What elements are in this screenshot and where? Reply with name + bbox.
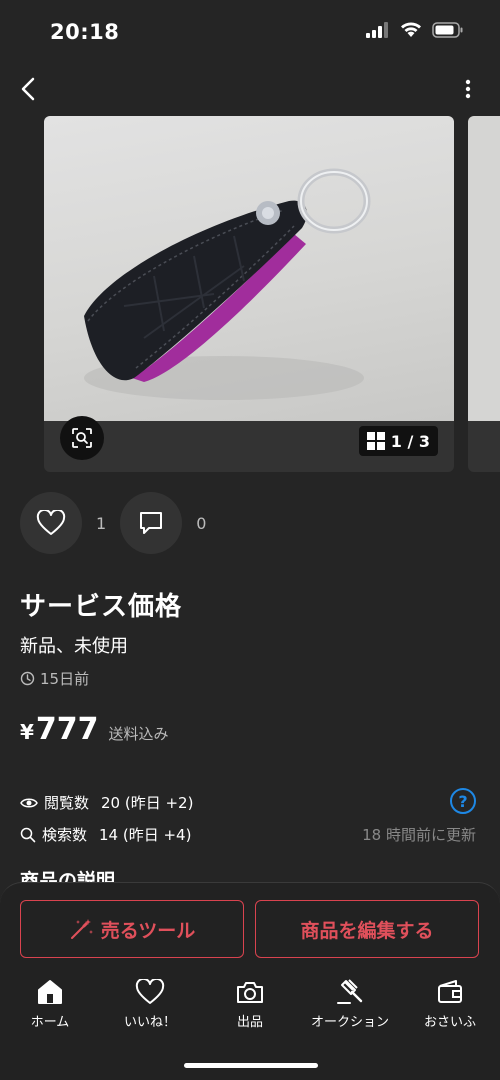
chevron-left-icon [21, 77, 35, 101]
image-search-button[interactable] [60, 416, 104, 460]
tab-bar: ホーム いいね！ 出品 オークション おさいふ [0, 979, 500, 1039]
edit-item-button[interactable]: 商品を編集する [255, 900, 479, 958]
like-button[interactable] [20, 492, 82, 554]
searches-value: 14 (昨日 +4) [99, 826, 192, 844]
more-options-button[interactable] [460, 76, 476, 102]
edit-item-label: 商品を編集する [300, 919, 434, 942]
help-icon[interactable]: ? [450, 788, 476, 814]
tab-home-label: ホーム [30, 1015, 70, 1030]
magic-wand-icon [70, 919, 93, 939]
tab-sell-label: 出品 [236, 1015, 263, 1030]
tab-auction[interactable]: オークション [302, 979, 398, 1039]
shipping-note: 送料込み [108, 725, 169, 743]
back-button[interactable] [14, 72, 42, 106]
posted-time-text: 15日前 [40, 670, 90, 688]
next-photo-preview[interactable] [468, 116, 500, 472]
grid-icon [366, 432, 385, 450]
status-bar: 20:18 [0, 0, 500, 66]
product-condition: 新品、未使用 [20, 636, 128, 657]
tab-auction-label: オークション [310, 1015, 389, 1030]
sell-tool-label: 売るツール [100, 919, 196, 942]
comment-button[interactable] [120, 492, 183, 554]
price-currency: ¥ [20, 720, 34, 744]
stats-updated: 18 時間前に更新 [362, 826, 476, 844]
image-counter-text: 1 / 3 [390, 431, 430, 451]
reactions-row: 1 0 [20, 492, 220, 554]
wallet-icon [438, 980, 462, 1003]
status-icons [366, 22, 464, 38]
battery-icon [432, 22, 463, 38]
tab-home[interactable]: ホーム [2, 979, 98, 1039]
searches-label: 検索数 [42, 826, 88, 844]
home-indicator [184, 1063, 318, 1068]
views-value: 20 (昨日 +2) [101, 794, 194, 812]
gavel-icon [337, 979, 363, 1004]
search-icon [20, 827, 36, 842]
image-gallery[interactable]: 1 / 3 [0, 116, 500, 472]
camera-icon [237, 982, 263, 1003]
photo-card[interactable]: 1 / 3 [44, 116, 454, 472]
sell-tool-button[interactable]: 売るツール [20, 900, 244, 958]
home-icon [38, 980, 62, 1004]
image-counter[interactable]: 1 / 3 [358, 426, 438, 456]
price-row: ¥ 777 送料込み [20, 712, 169, 747]
status-time: 20:18 [50, 20, 120, 44]
like-count: 1 [96, 513, 107, 533]
bottom-panel: 売るツール 商品を編集する ホーム いいね！ 出品 オークション おさいふ [0, 882, 500, 1080]
clock-icon [20, 671, 35, 686]
signal-icon [366, 22, 388, 38]
searches-stat: 検索数 14 (昨日 +4) [20, 824, 191, 845]
tab-likes[interactable]: いいね！ [102, 979, 198, 1039]
next-product-photo [468, 116, 500, 421]
heart-icon [135, 979, 165, 1004]
heart-icon [36, 510, 66, 535]
price-value: 777 [35, 712, 99, 747]
top-nav [0, 66, 500, 112]
comment-icon [140, 512, 163, 534]
wifi-icon [401, 22, 421, 37]
tab-sell[interactable]: 出品 [202, 979, 298, 1039]
views-label: 閲覧数 [44, 794, 90, 812]
keychain-image [84, 168, 371, 400]
tab-wallet-label: おさいふ [423, 1015, 476, 1030]
image-search-icon [72, 428, 92, 448]
product-title: サービス価格 [20, 592, 183, 622]
views-stat: 閲覧数 20 (昨日 +2) [20, 792, 193, 813]
comment-count: 0 [196, 513, 207, 533]
tab-wallet[interactable]: おさいふ [402, 979, 498, 1039]
posted-time: 15日前 [20, 668, 89, 689]
tab-likes-label: いいね！ [123, 1015, 176, 1030]
product-photo[interactable] [44, 116, 454, 421]
eye-icon [20, 798, 38, 807]
more-vertical-icon [465, 79, 471, 99]
